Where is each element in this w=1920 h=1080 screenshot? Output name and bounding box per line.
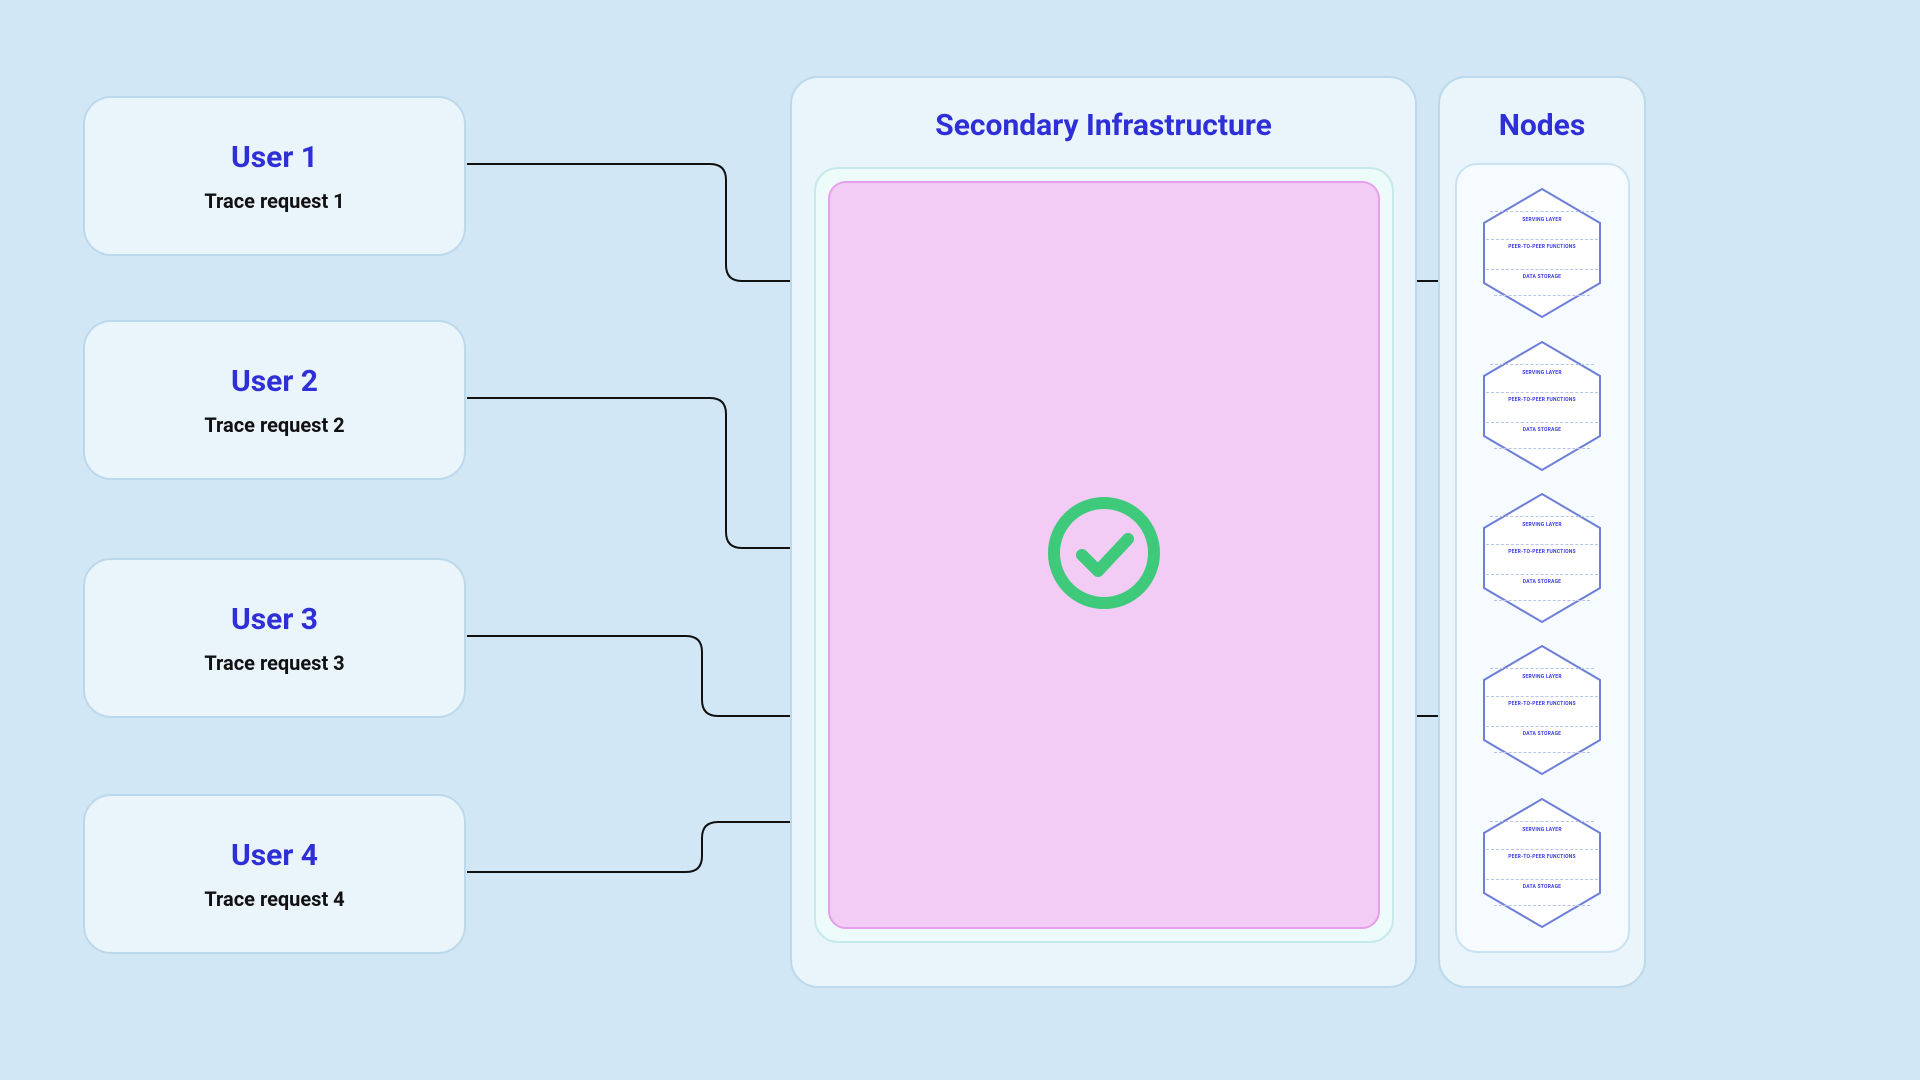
nodes-panel: Nodes SERVING LAYER PEER-TO-PEER FUNCTIO…	[1438, 76, 1646, 988]
user-card-2: User 2 Trace request 2	[83, 320, 466, 480]
user-title: User 4	[231, 838, 318, 873]
node-hexagon: SERVING LAYER PEER-TO-PEER FUNCTIONS DAT…	[1472, 336, 1612, 476]
connector-user4-infra	[467, 822, 808, 872]
node-storage-label: DATA STORAGE	[1523, 579, 1561, 585]
node-serving-label: SERVING LAYER	[1522, 370, 1561, 376]
node-serving-label: SERVING LAYER	[1522, 217, 1561, 223]
node-storage-label: DATA STORAGE	[1523, 274, 1561, 280]
node-hexagon: SERVING LAYER PEER-TO-PEER FUNCTIONS DAT…	[1472, 488, 1612, 628]
diagram-canvas: User 1 Trace request 1 User 2 Trace requ…	[0, 0, 1920, 1080]
user-subtitle: Trace request 4	[204, 887, 344, 911]
node-p2p-label: PEER-TO-PEER FUNCTIONS	[1508, 549, 1576, 555]
infrastructure-inner-box	[828, 181, 1380, 929]
user-title: User 3	[231, 602, 318, 637]
node-storage-label: DATA STORAGE	[1523, 427, 1561, 433]
user-title: User 2	[231, 364, 318, 399]
node-storage-label: DATA STORAGE	[1523, 731, 1561, 737]
node-serving-label: SERVING LAYER	[1522, 674, 1561, 680]
node-p2p-label: PEER-TO-PEER FUNCTIONS	[1508, 854, 1576, 860]
user-subtitle: Trace request 1	[204, 189, 344, 213]
user-subtitle: Trace request 3	[204, 651, 344, 675]
user-card-4: User 4 Trace request 4	[83, 794, 466, 954]
nodes-list: SERVING LAYER PEER-TO-PEER FUNCTIONS DAT…	[1455, 163, 1630, 953]
secondary-infrastructure-panel: Secondary Infrastructure	[790, 76, 1417, 988]
node-p2p-label: PEER-TO-PEER FUNCTIONS	[1508, 244, 1576, 250]
node-storage-label: DATA STORAGE	[1523, 884, 1561, 890]
infrastructure-title: Secondary Infrastructure	[935, 108, 1272, 143]
infrastructure-outer-box	[814, 167, 1394, 943]
node-p2p-label: PEER-TO-PEER FUNCTIONS	[1508, 397, 1576, 403]
node-p2p-label: PEER-TO-PEER FUNCTIONS	[1508, 701, 1576, 707]
user-subtitle: Trace request 2	[204, 413, 344, 437]
nodes-title: Nodes	[1499, 108, 1586, 143]
node-serving-label: SERVING LAYER	[1522, 827, 1561, 833]
check-circle-icon	[1044, 493, 1164, 617]
user-title: User 1	[231, 140, 318, 175]
node-hexagon: SERVING LAYER PEER-TO-PEER FUNCTIONS DAT…	[1472, 793, 1612, 933]
node-hexagon: SERVING LAYER PEER-TO-PEER FUNCTIONS DAT…	[1472, 183, 1612, 323]
user-card-3: User 3 Trace request 3	[83, 558, 466, 718]
user-card-1: User 1 Trace request 1	[83, 96, 466, 256]
node-hexagon: SERVING LAYER PEER-TO-PEER FUNCTIONS DAT…	[1472, 640, 1612, 780]
node-serving-label: SERVING LAYER	[1522, 522, 1561, 528]
